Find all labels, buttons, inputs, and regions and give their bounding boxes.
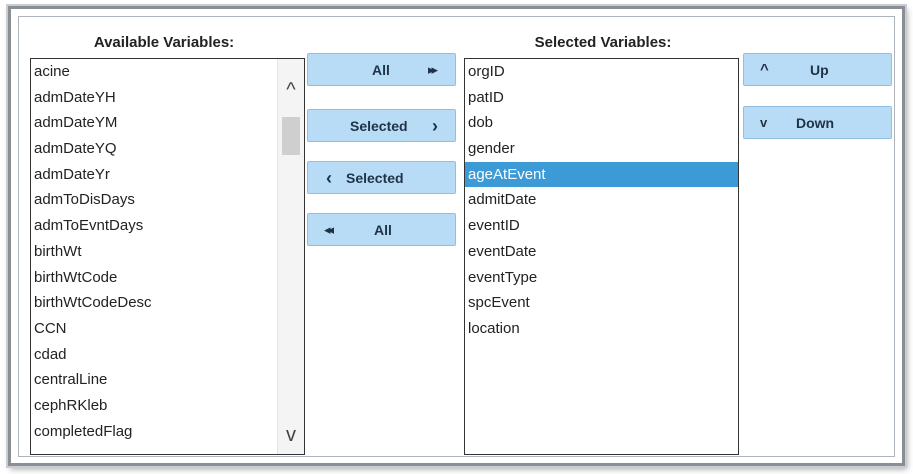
available-list-item[interactable]: CCN [31, 316, 304, 342]
available-list-item[interactable]: birthWt [31, 239, 304, 265]
selected-items-container: orgID patID dob gender ageAtEvent admitDate ev… [465, 59, 738, 342]
move-selected-left-button[interactable]: ‹ Selected [307, 161, 456, 194]
move-selected-right-button[interactable]: Selected › [307, 109, 456, 142]
available-list-scrollbar[interactable]: ^ v [277, 59, 304, 454]
move-up-button[interactable]: ^ Up [743, 53, 892, 86]
double-chevron-right-icon: ▸▸ [428, 62, 438, 77]
chevron-down-icon: v [760, 115, 768, 130]
available-variables-list[interactable]: acine admDateYH admDateYM admDateYQ admDateY… [30, 58, 305, 455]
chevron-right-icon: › [432, 116, 438, 136]
move-all-left-label: All [374, 222, 392, 238]
move-all-right-button[interactable]: All ▸▸ [307, 53, 456, 86]
available-list-item[interactable]: cdad [31, 342, 304, 368]
selected-list-item[interactable]: orgID [465, 59, 738, 85]
selected-list-item[interactable]: ageAtEvent [465, 161, 738, 188]
selected-variables-list[interactable]: orgID patID dob gender ageAtEvent admitDate ev… [464, 58, 739, 455]
available-list-item[interactable]: admDateYr [31, 162, 304, 188]
available-list-item[interactable]: centralLine [31, 367, 304, 393]
available-list-item[interactable]: completedFlag [31, 419, 304, 445]
double-chevron-left-icon: ◂◂ [324, 222, 334, 237]
scroll-up-icon[interactable]: ^ [278, 77, 304, 103]
available-list-item[interactable]: cephRKleb [31, 393, 304, 419]
available-variables-heading: Available Variables: [93, 34, 235, 51]
selected-variables-heading: Selected Variables: [534, 34, 672, 51]
available-list-item[interactable]: admDateYM [31, 110, 304, 136]
move-selected-left-label: Selected [346, 170, 404, 186]
selected-list-item[interactable]: eventType [465, 265, 738, 291]
available-list-item[interactable]: admToEvntDays [31, 213, 304, 239]
available-items-container: acine admDateYH admDateYM admDateYQ admDateY… [31, 59, 304, 444]
move-up-label: Up [810, 62, 829, 78]
selected-list-item[interactable]: dob [465, 110, 738, 136]
move-down-button[interactable]: v Down [743, 106, 892, 139]
selected-list-item[interactable]: patID [465, 85, 738, 111]
available-list-item[interactable]: admDateYQ [31, 136, 304, 162]
move-selected-right-label: Selected [350, 118, 408, 134]
selected-list-item[interactable]: spcEvent [465, 290, 738, 316]
chevron-left-icon: ‹ [326, 168, 332, 188]
move-down-label: Down [796, 115, 835, 131]
selected-list-item[interactable]: location [465, 316, 738, 342]
available-list-item[interactable]: acine [31, 59, 304, 85]
move-all-right-label: All [372, 62, 390, 78]
scroll-thumb[interactable] [282, 117, 300, 155]
move-all-left-button[interactable]: ◂◂ All [307, 213, 456, 246]
scroll-down-icon[interactable]: v [278, 422, 304, 448]
chevron-up-icon: ^ [760, 61, 769, 78]
available-list-item[interactable]: admDateYH [31, 85, 304, 111]
available-list-item[interactable]: admToDisDays [31, 187, 304, 213]
selected-list-item[interactable]: admitDate [465, 187, 738, 213]
available-list-item[interactable]: birthWtCodeDesc [31, 290, 304, 316]
available-list-item[interactable]: birthWtCode [31, 265, 304, 291]
selected-list-item[interactable]: gender [465, 136, 738, 162]
selected-list-item[interactable]: eventID [465, 213, 738, 239]
selected-list-item[interactable]: eventDate [465, 239, 738, 265]
